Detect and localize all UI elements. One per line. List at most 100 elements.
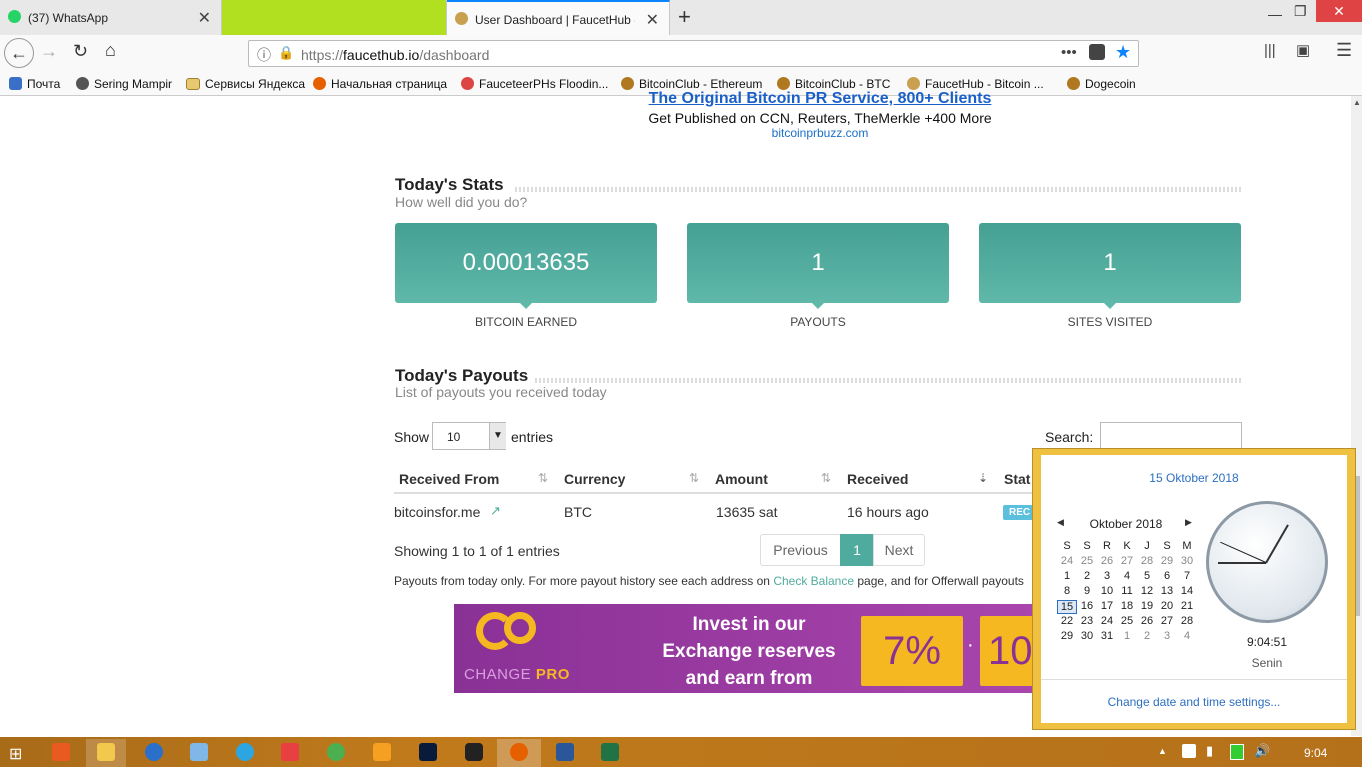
calendar-day[interactable]: 26	[1137, 615, 1157, 627]
external-link-icon[interactable]: ↗	[490, 503, 501, 519]
bookmark-item[interactable]: Sering Mampir	[76, 77, 172, 91]
page-1-button[interactable]: 1	[840, 534, 874, 566]
close-window-button[interactable]: ✕	[1316, 0, 1362, 22]
sort-icon[interactable]: ⇅	[821, 471, 831, 485]
word-icon[interactable]	[556, 743, 574, 761]
calendar-day[interactable]: 8	[1057, 585, 1077, 597]
excel-icon[interactable]	[601, 743, 619, 761]
calendar-day[interactable]: 14	[1177, 585, 1197, 597]
maximize-button[interactable]: ❐	[1294, 3, 1307, 20]
library-icon[interactable]: |||	[1264, 42, 1276, 59]
telegram-icon[interactable]	[236, 743, 254, 761]
col-currency[interactable]: Currency	[564, 471, 625, 487]
bookmark-star-icon[interactable]: ★	[1115, 42, 1131, 63]
bookmark-item[interactable]: Начальная страница	[313, 77, 447, 91]
calendar-day[interactable]: 31	[1097, 630, 1117, 642]
scroll-up-icon[interactable]: ▲	[1353, 98, 1361, 107]
volume-icon[interactable]: 🔊	[1254, 743, 1270, 759]
calendar-day[interactable]: 4	[1117, 570, 1137, 582]
calendar-day[interactable]: 22	[1057, 615, 1077, 627]
col-status[interactable]: Stat	[1004, 471, 1030, 487]
calendar-day[interactable]: 27	[1157, 615, 1177, 627]
calendar-date-header[interactable]: 15 Oktober 2018	[1041, 471, 1347, 485]
calendar-day[interactable]: 7	[1177, 570, 1197, 582]
tab-faucethub[interactable]: User Dashboard | FaucetHub - I ✕	[447, 0, 670, 35]
taskbar-app-icon[interactable]	[52, 743, 70, 761]
calendar-day[interactable]: 21	[1177, 600, 1197, 612]
bookmark-item[interactable]: BitcoinClub - Ethereum	[621, 77, 762, 91]
prev-month-icon[interactable]: ◀	[1057, 517, 1064, 528]
camera-icon[interactable]	[465, 743, 483, 761]
calendar-day[interactable]: 16	[1077, 600, 1097, 612]
calendar-day[interactable]: 30	[1177, 555, 1197, 567]
bookmark-item[interactable]: FauceteerPHs Floodin...	[461, 77, 608, 91]
tab-whatsapp[interactable]: (37) WhatsApp ✕	[0, 0, 222, 35]
calendar-day[interactable]: 2	[1137, 630, 1157, 642]
photoshop-icon[interactable]	[419, 743, 437, 761]
calendar-day[interactable]: 27	[1117, 555, 1137, 567]
calendar-month[interactable]: Oktober 2018	[1071, 517, 1181, 531]
calendar-day[interactable]: 6	[1157, 570, 1177, 582]
calendar-day[interactable]: 24	[1097, 615, 1117, 627]
bookmark-item[interactable]: Сервисы Яндекса	[186, 77, 305, 91]
calendar-day[interactable]: 3	[1157, 630, 1177, 642]
sort-icon[interactable]: ⇅	[689, 471, 699, 485]
ad-url[interactable]: bitcoinprbuzz.com	[560, 126, 1080, 140]
bookmark-item[interactable]: BitcoinClub - BTC	[777, 77, 890, 91]
calendar-day[interactable]: 29	[1057, 630, 1077, 642]
entries-select[interactable]: 10 ▼	[432, 422, 506, 450]
page-actions-icon[interactable]: •••	[1061, 44, 1077, 61]
calendar-day[interactable]: 9	[1077, 585, 1097, 597]
cell-from[interactable]: bitcoinsfor.me	[394, 504, 480, 520]
tab-green[interactable]	[222, 0, 447, 35]
sidebar-icon[interactable]: ▣	[1296, 41, 1310, 59]
chrome-icon[interactable]	[327, 743, 345, 761]
forward-button[interactable]: →	[40, 41, 58, 62]
calendar-day[interactable]: 19	[1137, 600, 1157, 612]
close-tab-icon[interactable]: ✕	[646, 10, 659, 30]
col-received[interactable]: Received	[847, 471, 908, 487]
search-input[interactable]	[1100, 422, 1242, 450]
change-date-time-link[interactable]: Change date and time settings...	[1041, 695, 1347, 709]
pocket-icon[interactable]	[1089, 44, 1105, 60]
back-button[interactable]: ←	[4, 38, 34, 68]
calendar-day[interactable]: 4	[1177, 630, 1197, 642]
menu-icon[interactable]: ☰	[1336, 40, 1352, 61]
calendar-day[interactable]: 17	[1097, 600, 1117, 612]
taskbar-app-icon[interactable]	[145, 743, 163, 761]
battery-icon[interactable]	[1230, 744, 1244, 760]
file-explorer-icon[interactable]	[97, 743, 115, 761]
calendar-day[interactable]: 20	[1157, 600, 1177, 612]
calendar-day[interactable]: 26	[1097, 555, 1117, 567]
col-amount[interactable]: Amount	[715, 471, 768, 487]
network-icon[interactable]: ▮	[1206, 743, 1213, 759]
previous-button[interactable]: Previous	[760, 534, 841, 566]
calendar-day[interactable]: 10	[1097, 585, 1117, 597]
bookmark-item[interactable]: FaucetHub - Bitcoin ...	[907, 77, 1044, 91]
calendar-day[interactable]: 1	[1117, 630, 1137, 642]
calendar-day-today[interactable]: 15	[1057, 600, 1077, 614]
tray-expand-icon[interactable]: ▲	[1158, 746, 1167, 756]
check-balance-link[interactable]: Check Balance	[773, 574, 854, 588]
start-button[interactable]: ⊞	[9, 744, 22, 764]
changepro-banner[interactable]: CHANGE PRO Invest in our Exchange reserv…	[454, 604, 1032, 693]
calendar-day[interactable]: 12	[1137, 585, 1157, 597]
calendar-day[interactable]: 28	[1177, 615, 1197, 627]
lock-icon[interactable]: 🔒	[278, 45, 294, 61]
tray-app-icon[interactable]	[1182, 744, 1196, 758]
calendar-day[interactable]: 18	[1117, 600, 1137, 612]
media-player-icon[interactable]	[373, 743, 391, 761]
calendar-day[interactable]: 3	[1097, 570, 1117, 582]
url-bar[interactable]: ⓘ 🔒 https://faucethub.io/dashboard ••• ★	[248, 40, 1139, 67]
bookmark-item[interactable]: Dogecoin	[1067, 77, 1136, 91]
close-tab-icon[interactable]: ✕	[198, 8, 211, 28]
calendar-day[interactable]: 23	[1077, 615, 1097, 627]
bookmark-item[interactable]: Почта	[9, 77, 60, 91]
sort-desc-icon[interactable]: ⇣	[978, 471, 988, 485]
calendar-day[interactable]: 24	[1057, 555, 1077, 567]
calendar-day[interactable]: 28	[1137, 555, 1157, 567]
calendar-day[interactable]: 5	[1137, 570, 1157, 582]
calendar-day[interactable]: 1	[1057, 570, 1077, 582]
calendar-day[interactable]: 25	[1117, 615, 1137, 627]
reload-button[interactable]: ↻	[73, 41, 88, 62]
